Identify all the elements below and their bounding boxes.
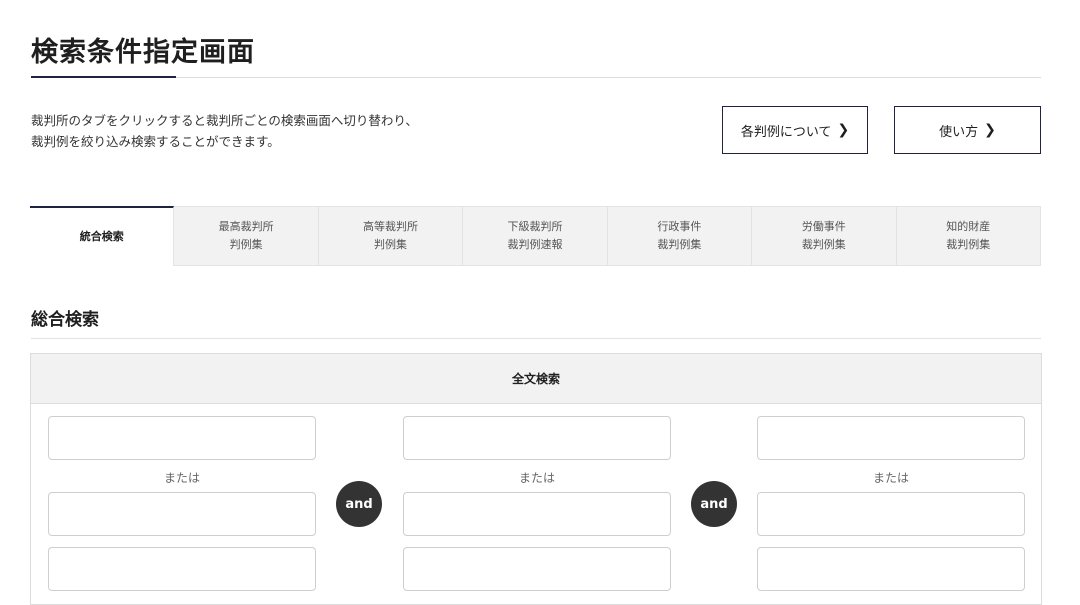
title-accent-bar [31, 76, 176, 78]
tab-sublabel: 判例集 [229, 238, 263, 251]
how-to-use-label: 使い方 [939, 124, 979, 140]
court-tabs: 統合検索 最高裁判所 判例集 高等裁判所 判例集 下級裁判所 裁判例速報 行政事… [30, 206, 1041, 266]
tab-sublabel: 裁判例速報 [507, 238, 563, 251]
tab-high-court[interactable]: 高等裁判所 判例集 [318, 206, 464, 266]
tab-sublabel: 裁判例集 [801, 238, 846, 251]
intro-line-1: 裁判所のタブをクリックすると裁判所ごとの検索画面へ切り替わり、 [31, 113, 418, 128]
keyword-input-3-1[interactable] [757, 416, 1025, 460]
keyword-input-1-2[interactable] [48, 492, 316, 536]
how-to-use-button[interactable]: 使い方 ❯ [894, 106, 1041, 154]
and-badge: and [336, 481, 382, 527]
or-label: または [518, 471, 555, 485]
tab-lower-court[interactable]: 下級裁判所 裁判例速報 [463, 206, 608, 266]
keyword-input-3-3[interactable] [757, 547, 1025, 591]
or-label: または [163, 471, 200, 485]
keyword-input-2-1[interactable] [403, 416, 671, 460]
tab-integrated-search[interactable]: 統合検索 [30, 206, 175, 266]
tab-label: 行政事件 [657, 220, 702, 233]
tab-supreme-court[interactable]: 最高裁判所 判例集 [174, 206, 319, 266]
title-divider [31, 77, 1041, 78]
tab-intellectual-property[interactable]: 知的財産 裁判例集 [896, 206, 1041, 266]
keyword-input-2-3[interactable] [403, 547, 671, 591]
fulltext-header: 全文検索 [31, 354, 1041, 404]
section-title: 総合検索 [31, 310, 99, 330]
section-divider [31, 338, 1041, 339]
chevron-right-icon: ❯ [984, 122, 996, 138]
tab-label: 高等裁判所 [363, 220, 419, 233]
keyword-input-3-2[interactable] [757, 492, 1025, 536]
keyword-input-1-3[interactable] [48, 547, 316, 591]
tab-label: 下級裁判所 [507, 220, 563, 233]
tab-sublabel: 裁判例集 [657, 238, 702, 251]
tab-labor[interactable]: 労働事件 裁判例集 [752, 206, 897, 266]
about-cases-button[interactable]: 各判例について ❯ [722, 106, 868, 154]
tab-label: 知的財産 [946, 220, 991, 233]
and-badge: and [691, 481, 737, 527]
tab-sublabel: 裁判例集 [946, 238, 991, 251]
chevron-right-icon: ❯ [837, 122, 850, 138]
tab-sublabel: 判例集 [374, 238, 408, 251]
about-cases-label: 各判例について [740, 124, 832, 140]
or-label: または [872, 471, 909, 485]
keyword-input-1-1[interactable] [48, 416, 316, 460]
tab-label: 労働事件 [801, 220, 846, 233]
keyword-input-2-2[interactable] [403, 492, 671, 536]
tab-administrative[interactable]: 行政事件 裁判例集 [607, 206, 753, 266]
intro-line-2: 裁判例を絞り込み検索することができます。 [31, 134, 280, 149]
fulltext-search-panel: 全文検索 または and または and または [30, 353, 1042, 605]
tab-label: 統合検索 [79, 230, 124, 243]
intro-text: 裁判所のタブをクリックすると裁判所ごとの検索画面へ切り替わり、 裁判例を絞り込み… [31, 110, 418, 152]
page-title: 検索条件指定画面 [31, 37, 255, 68]
tab-label: 最高裁判所 [218, 220, 274, 233]
